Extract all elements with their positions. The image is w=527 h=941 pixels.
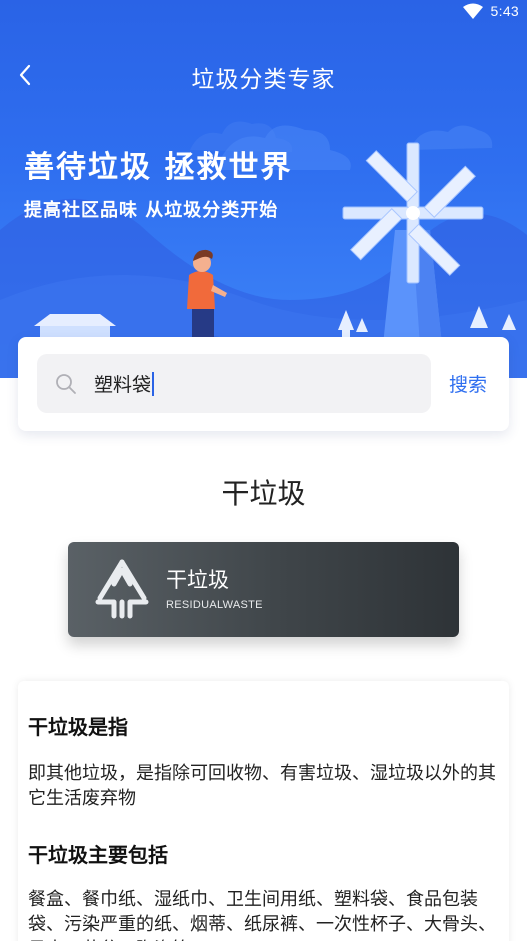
banner-slogan-sub: 提高社区品味 从垃圾分类开始 (24, 200, 279, 221)
search-value[interactable]: 塑料袋 (94, 370, 155, 397)
definition-heading: 干垃圾是指 (28, 715, 128, 739)
wifi-icon (462, 3, 483, 19)
banner-slogan-main: 善待垃圾 拯救世界 (24, 150, 293, 185)
hero-banner: 5:43 垃圾分类专家 善待垃圾 拯救世界 提高社区品味 从垃圾分类开始 (0, 0, 527, 378)
badge-title: 干垃圾 (166, 568, 229, 592)
search-card: 塑料袋 搜索 (18, 337, 509, 431)
search-icon (56, 374, 76, 394)
category-title: 干垃圾 (221, 477, 306, 510)
search-value-text: 塑料袋 (94, 374, 152, 396)
badge-subtitle: RESIDUALWASTE (166, 599, 263, 611)
status-time: 5:43 (490, 3, 519, 19)
page-title: 垃圾分类专家 (191, 67, 336, 93)
search-input[interactable]: 塑料袋 (37, 354, 431, 413)
residual-waste-logo-icon (95, 559, 149, 619)
text-caret (152, 372, 155, 396)
includes-text: 餐盒、餐巾纸、湿纸巾、卫生间用纸、塑料袋、食品包装袋、污染严重的纸、烟蒂、纸尿裤… (28, 889, 496, 941)
definition-text: 即其他垃圾，是指除可回收物、有害垃圾、湿垃圾以外的其它生活废弃物 (28, 763, 496, 809)
status-bar: 5:43 (462, 0, 519, 22)
search-button[interactable]: 搜索 (449, 370, 487, 397)
category-badge: 干垃圾 RESIDUALWASTE (68, 542, 459, 637)
app-bar: 垃圾分类专家 (0, 50, 527, 100)
includes-heading: 干垃圾主要包括 (28, 843, 168, 867)
info-card: 干垃圾是指 即其他垃圾，是指除可回收物、有害垃圾、湿垃圾以外的其它生活废弃物 干… (18, 681, 509, 941)
